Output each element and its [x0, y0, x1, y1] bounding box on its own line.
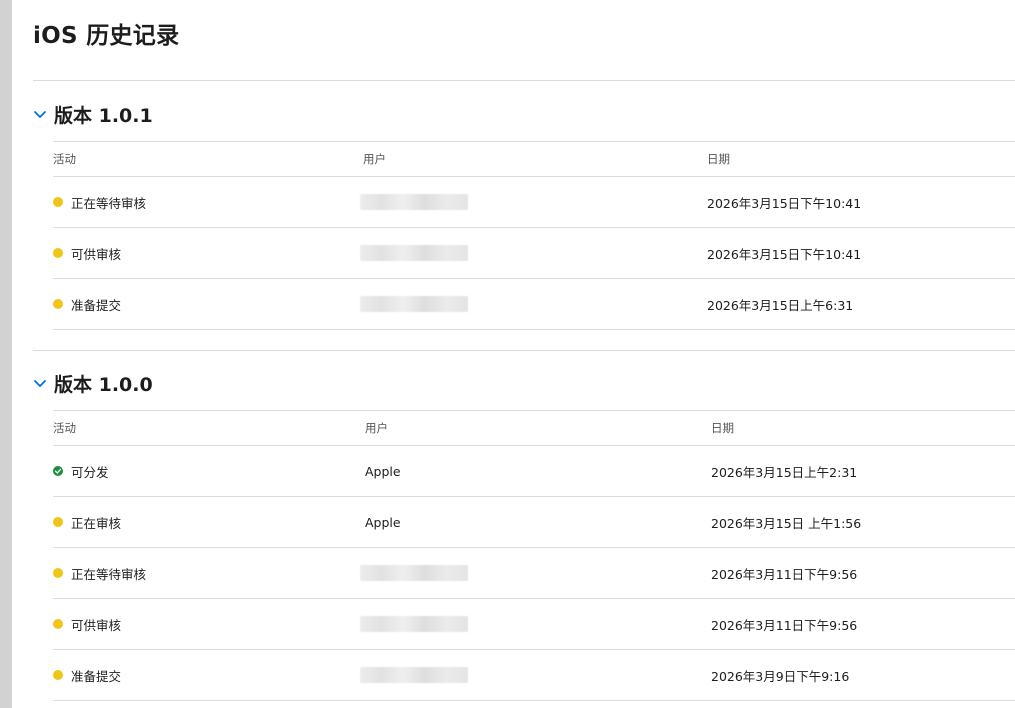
table-row: 可分发 Apple 2026年3月15日上午2:31	[53, 445, 1015, 496]
section-toggle-1-0-0[interactable]: 版本 1.0.0	[33, 368, 153, 398]
table-header-row: 活动 用户 日期	[53, 410, 1015, 445]
table-row: 正在审核 Apple 2026年3月15日 上午1:56	[53, 496, 1015, 547]
redacted-user	[360, 667, 468, 683]
date-value: 2026年3月15日上午6:31	[707, 297, 854, 313]
redacted-user	[360, 565, 468, 581]
activity-label: 可供审核	[71, 246, 122, 262]
clock-icon	[53, 670, 63, 680]
column-header-activity: 活动	[53, 152, 76, 166]
history-table-1-0-0: 活动 用户 日期 可分发 Apple 2026年3月15日上午2:31 正在审核…	[53, 410, 1015, 701]
column-header-date: 日期	[711, 421, 734, 435]
window-left-edge	[0, 0, 12, 708]
activity-label: 准备提交	[71, 668, 122, 684]
page-title: iOS 历史记录	[33, 23, 180, 49]
user-value: Apple	[365, 463, 401, 479]
date-value: 2026年3月15日下午10:41	[707, 246, 862, 262]
table-header-row: 活动 用户 日期	[53, 141, 1015, 176]
table-row: 准备提交 2026年3月9日下午9:16	[53, 649, 1015, 701]
history-table-1-0-1: 活动 用户 日期 正在等待审核 2026年3月15日下午10:41 可供审核 2…	[53, 141, 1015, 330]
section-divider	[33, 350, 1015, 351]
redacted-user	[360, 245, 468, 261]
activity-label: 正在审核	[71, 515, 122, 531]
user-value: Apple	[365, 514, 401, 530]
section-divider	[33, 80, 1015, 81]
column-header-user: 用户	[363, 152, 386, 166]
checkmark-circle-icon	[53, 466, 63, 476]
redacted-user	[360, 616, 468, 632]
clock-icon	[53, 619, 63, 629]
activity-label: 可供审核	[71, 617, 122, 633]
section-toggle-1-0-1[interactable]: 版本 1.0.1	[33, 99, 153, 129]
activity-label: 正在等待审核	[71, 195, 147, 211]
table-row: 可供审核 2026年3月15日下午10:41	[53, 227, 1015, 278]
table-row: 准备提交 2026年3月15日上午6:31	[53, 278, 1015, 330]
activity-label: 正在等待审核	[71, 566, 147, 582]
clock-icon	[53, 248, 63, 258]
section-title: 版本 1.0.0	[54, 373, 153, 396]
date-value: 2026年3月15日 上午1:56	[711, 515, 862, 531]
activity-label: 准备提交	[71, 297, 122, 313]
section-title: 版本 1.0.1	[54, 104, 153, 127]
redacted-user	[360, 194, 468, 210]
date-value: 2026年3月11日下午9:56	[711, 617, 858, 633]
date-value: 2026年3月15日下午10:41	[707, 195, 862, 211]
chevron-down-icon	[34, 111, 46, 118]
clock-icon	[53, 568, 63, 578]
column-header-user: 用户	[365, 421, 388, 435]
table-row: 可供审核 2026年3月11日下午9:56	[53, 598, 1015, 649]
date-value: 2026年3月11日下午9:56	[711, 566, 858, 582]
chevron-down-icon	[34, 380, 46, 387]
date-value: 2026年3月9日下午9:16	[711, 668, 850, 684]
activity-label: 可分发	[71, 464, 109, 480]
table-row: 正在等待审核 2026年3月15日下午10:41	[53, 176, 1015, 227]
clock-icon	[53, 299, 63, 309]
column-header-activity: 活动	[53, 421, 76, 435]
column-header-date: 日期	[707, 152, 730, 166]
table-row: 正在等待审核 2026年3月11日下午9:56	[53, 547, 1015, 598]
redacted-user	[360, 296, 468, 312]
clock-icon	[53, 197, 63, 207]
clock-icon	[53, 517, 63, 527]
date-value: 2026年3月15日上午2:31	[711, 464, 858, 480]
